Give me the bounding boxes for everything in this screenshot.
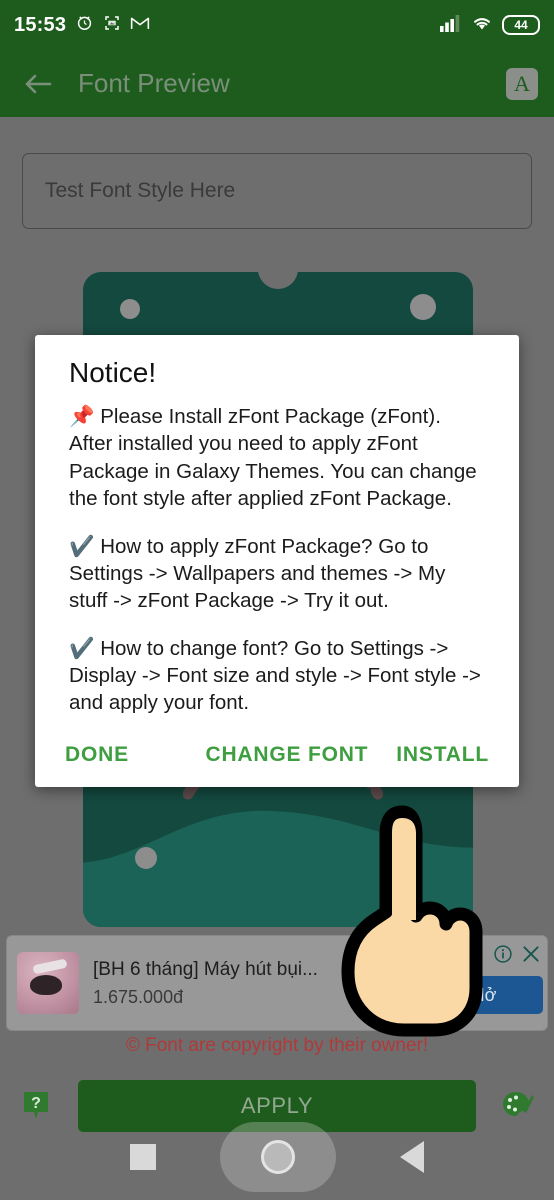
install-button[interactable]: INSTALL	[384, 737, 501, 773]
home-button-pill[interactable]	[220, 1122, 336, 1192]
ad-cta-button[interactable]: Mở	[423, 976, 543, 1014]
back-triangle-icon[interactable]	[400, 1141, 424, 1173]
svg-text:?: ?	[31, 1095, 41, 1112]
close-icon[interactable]	[521, 944, 541, 969]
robot-vacuum-thumbnail	[17, 952, 79, 1014]
status-bar-left: 15:53	[14, 13, 150, 37]
screenshot-icon	[103, 14, 121, 37]
wifi-icon	[471, 14, 493, 37]
status-bar-right: 44	[440, 14, 540, 37]
status-bar: 15:53 44	[0, 0, 554, 50]
dialog-paragraph-2: ✔️ How to apply zFont Package? Go to Set…	[69, 534, 446, 613]
card-dot-right	[410, 294, 436, 320]
alarm-icon	[75, 13, 94, 37]
system-nav-bar	[0, 1114, 554, 1200]
signal-icon	[440, 14, 462, 37]
copyright-notice: © Font are copyright by their owner!	[125, 1035, 429, 1056]
dialog-paragraph-1: 📌 Please Install zFont Package (zFont). …	[69, 405, 477, 510]
ad-cta-label: Mở	[469, 984, 497, 1005]
page-title: Font Preview	[78, 68, 230, 98]
ad-text-block: [BH 6 tháng] Máy hút bụi... 1.675.000đ	[93, 959, 318, 1008]
back-arrow-icon[interactable]	[16, 62, 60, 106]
card-dot-bottom	[135, 847, 157, 869]
notice-dialog: Notice! 📌 Please Install zFont Package (…	[35, 335, 519, 787]
info-icon[interactable]	[493, 944, 513, 969]
card-dot-left	[120, 299, 140, 319]
battery-badge: 44	[502, 15, 540, 35]
gmail-icon	[130, 15, 150, 36]
font-toggle-label: A	[514, 70, 530, 96]
ad-banner[interactable]: [BH 6 tháng] Máy hút bụi... 1.675.000đ M…	[6, 935, 548, 1031]
status-clock: 15:53	[14, 13, 67, 36]
ad-title: [BH 6 tháng] Máy hút bụi...	[93, 958, 318, 980]
test-font-input-value: Test Font Style Here	[45, 179, 236, 202]
done-button[interactable]: DONE	[53, 737, 141, 773]
font-toggle-button[interactable]: A	[506, 67, 538, 100]
app-bar: Font Preview A	[0, 50, 554, 117]
dialog-title: Notice!	[69, 357, 157, 388]
card-notch	[258, 272, 298, 289]
change-font-button[interactable]: CHANGE FONT	[194, 737, 381, 773]
dialog-paragraph-3: ✔️ How to change font? Go to Settings ->…	[69, 636, 481, 715]
recents-square-icon[interactable]	[130, 1144, 156, 1170]
ad-controls	[493, 944, 541, 969]
ad-price: 1.675.000đ	[93, 986, 184, 1007]
test-font-input[interactable]: Test Font Style Here	[22, 153, 532, 229]
dialog-actions: DONE CHANGE FONT INSTALL	[35, 717, 519, 787]
phone-screen: 15:53 44 Font Preview A Test Font Style …	[0, 0, 554, 1200]
home-circle-icon[interactable]	[261, 1140, 295, 1174]
dialog-body: 📌 Please Install zFont Package (zFont). …	[35, 389, 519, 717]
